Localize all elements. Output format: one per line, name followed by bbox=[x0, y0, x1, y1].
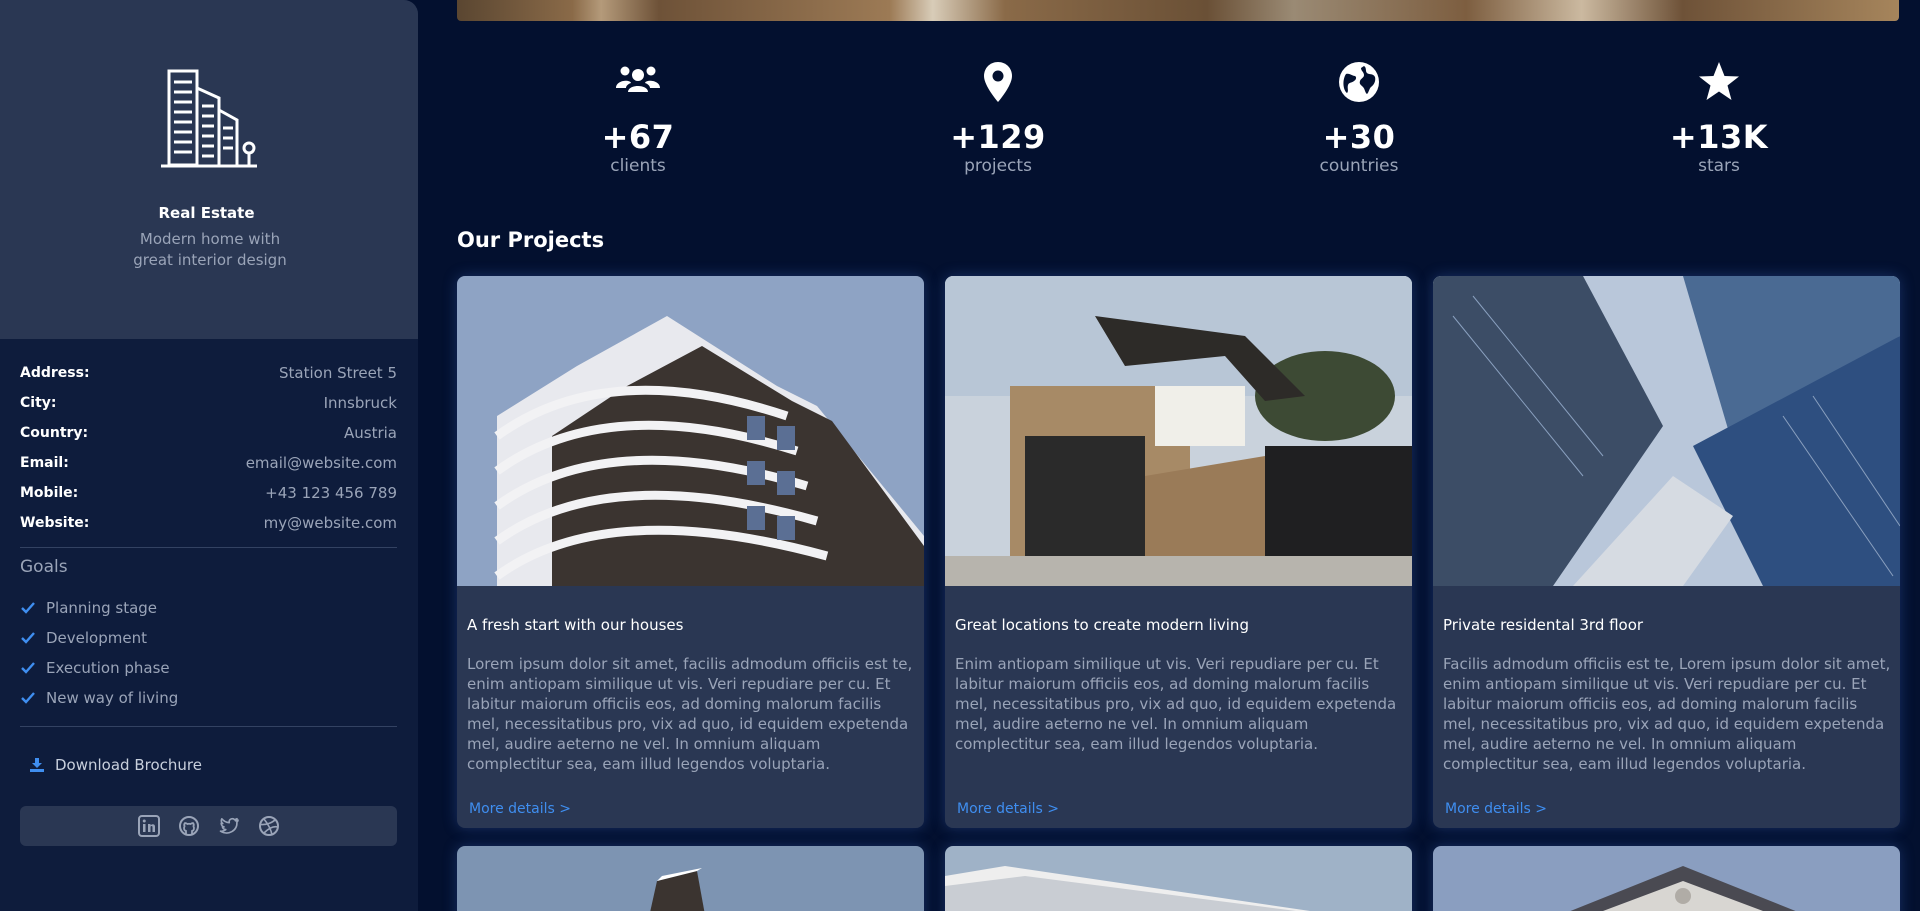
goal-item: New way of living bbox=[20, 683, 178, 713]
github-icon[interactable] bbox=[178, 815, 200, 837]
goal-label: Execution phase bbox=[46, 659, 170, 677]
hero-image-strip bbox=[457, 0, 1899, 21]
stat-countries: +30 countries bbox=[1259, 60, 1459, 176]
social-bar bbox=[20, 806, 397, 846]
project-card: Private residental 3rd floor Facilis adm… bbox=[1433, 276, 1900, 828]
project-image[interactable] bbox=[945, 276, 1412, 586]
download-icon bbox=[30, 758, 44, 772]
project-image[interactable] bbox=[457, 276, 924, 586]
info-label: City: bbox=[20, 395, 57, 411]
info-row-country: Country: Austria bbox=[20, 418, 397, 448]
stat-number: +13K bbox=[1669, 118, 1769, 156]
sidebar: Real Estate Modern home with great inter… bbox=[0, 0, 418, 911]
info-row-address: Address: Station Street 5 bbox=[20, 358, 397, 388]
stat-label: stars bbox=[1698, 156, 1740, 176]
stat-projects: +129 projects bbox=[898, 60, 1098, 176]
project-description: Enim antiopam similique ut vis. Veri rep… bbox=[955, 655, 1397, 753]
project-card: Great locations to create modern living … bbox=[945, 276, 1412, 828]
goal-label: New way of living bbox=[46, 689, 179, 707]
more-details-link[interactable]: More details > bbox=[957, 801, 1059, 817]
info-label: Mobile: bbox=[20, 485, 79, 501]
users-icon bbox=[616, 66, 660, 92]
goal-item: Development bbox=[20, 623, 178, 653]
stat-number: +30 bbox=[1322, 118, 1396, 156]
dribbble-icon[interactable] bbox=[258, 815, 280, 837]
stat-number: +67 bbox=[601, 118, 675, 156]
download-label: Download Brochure bbox=[55, 756, 202, 774]
stat-number: +129 bbox=[950, 118, 1046, 156]
project-description: Lorem ipsum dolor sit amet, facilis admo… bbox=[467, 655, 913, 773]
more-details-link[interactable]: More details > bbox=[469, 801, 571, 817]
twitter-icon[interactable] bbox=[218, 815, 240, 837]
project-image bbox=[945, 846, 1412, 911]
goals-list: Planning stage Development Execution pha… bbox=[20, 593, 178, 713]
project-title: A fresh start with our houses bbox=[467, 616, 684, 634]
project-description: Facilis admodum officiis est te, Lorem i… bbox=[1443, 655, 1891, 773]
info-value: +43 123 456 789 bbox=[265, 484, 397, 502]
goals-title: Goals bbox=[20, 557, 68, 577]
project-image bbox=[1433, 846, 1900, 911]
project-image[interactable] bbox=[1433, 276, 1900, 586]
project-card-peek[interactable] bbox=[1433, 846, 1900, 911]
stats-row: +67 clients +129 projects +30 countries … bbox=[457, 60, 1899, 190]
info-label: Country: bbox=[20, 425, 89, 441]
profile-card: Real Estate Modern home with great inter… bbox=[0, 0, 418, 339]
goal-item: Planning stage bbox=[20, 593, 178, 623]
download-brochure-button[interactable]: Download Brochure bbox=[30, 756, 202, 774]
info-value: email@website.com bbox=[245, 454, 397, 472]
info-label: Address: bbox=[20, 365, 90, 381]
project-title: Great locations to create modern living bbox=[955, 616, 1249, 634]
info-value: Austria bbox=[344, 424, 397, 442]
map-pin-icon bbox=[984, 62, 1012, 102]
goal-item: Execution phase bbox=[20, 653, 178, 683]
globe-icon bbox=[1339, 62, 1379, 102]
check-icon bbox=[21, 662, 35, 674]
info-row-city: City: Innsbruck bbox=[20, 388, 397, 418]
check-icon bbox=[21, 602, 35, 614]
divider bbox=[20, 726, 397, 727]
check-icon bbox=[21, 632, 35, 644]
project-image bbox=[457, 846, 924, 911]
project-title: Private residental 3rd floor bbox=[1443, 616, 1644, 634]
project-card: A fresh start with our houses Lorem ipsu… bbox=[457, 276, 924, 828]
info-value: my@website.com bbox=[263, 514, 397, 532]
profile-tagline: Modern home with great interior design bbox=[133, 230, 287, 269]
linkedin-icon[interactable] bbox=[137, 815, 160, 837]
projects-section-title: Our Projects bbox=[457, 228, 605, 252]
check-icon bbox=[21, 692, 35, 704]
building-icon bbox=[161, 69, 257, 168]
stat-label: projects bbox=[964, 156, 1032, 176]
stat-stars: +13K stars bbox=[1619, 60, 1819, 176]
stat-clients: +67 clients bbox=[538, 60, 738, 176]
divider bbox=[20, 547, 397, 548]
info-value: Station Street 5 bbox=[279, 364, 397, 382]
info-row-mobile: Mobile: +43 123 456 789 bbox=[20, 478, 397, 508]
stat-label: clients bbox=[610, 156, 666, 176]
info-value: Innsbruck bbox=[323, 394, 397, 412]
stat-label: countries bbox=[1319, 156, 1399, 176]
info-row-website: Website: my@website.com bbox=[20, 508, 397, 538]
contact-info-list: Address: Station Street 5 City: Innsbruc… bbox=[20, 358, 397, 538]
profile-name: Real Estate bbox=[158, 204, 255, 222]
goal-label: Development bbox=[46, 629, 147, 647]
info-row-email: Email: email@website.com bbox=[20, 448, 397, 478]
project-card-peek[interactable] bbox=[457, 846, 924, 911]
star-icon bbox=[1699, 62, 1739, 100]
info-label: Email: bbox=[20, 455, 69, 471]
more-details-link[interactable]: More details > bbox=[1445, 801, 1547, 817]
project-card-peek[interactable] bbox=[945, 846, 1412, 911]
info-label: Website: bbox=[20, 515, 90, 531]
goal-label: Planning stage bbox=[46, 599, 158, 617]
